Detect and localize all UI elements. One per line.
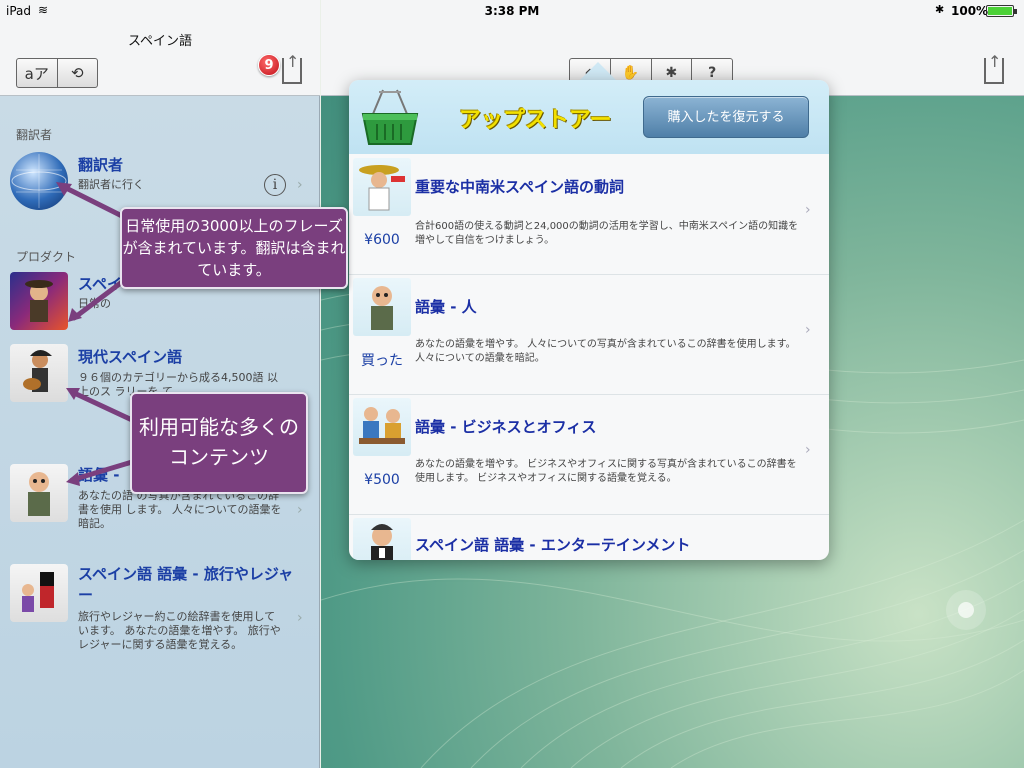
sidebar-item-desc: 日常の (78, 297, 111, 310)
store-title: アップストアー (459, 108, 612, 133)
store-item-title: 語彙 - ビジネスとオフィス (415, 418, 597, 436)
store-header: アップストアー 購入したを復元する (349, 80, 829, 154)
store-item[interactable]: 語彙 - 人 買った あなたの語彙を増やす。 人々についての写真が含まれているこ… (349, 276, 829, 394)
callout-content: 利用可能な多くのコンテンツ (130, 392, 308, 494)
store-item-desc: あなたの語彙を増やす。 ビジネスやオフィスに関する写真が含まれているこの辞書を使… (415, 459, 797, 484)
share-icon[interactable] (282, 52, 302, 84)
store-item-price[interactable]: ¥500 (349, 472, 415, 488)
kana-icon[interactable]: aア (17, 59, 57, 87)
section-translator-label: 翻訳者 (16, 128, 53, 142)
chevron-right-icon: › (297, 177, 303, 193)
notification-badge: 9 (258, 54, 280, 76)
section-products-label: プロダクト (16, 250, 77, 264)
travelers-thumbnail (10, 564, 68, 622)
chevron-right-icon: › (805, 442, 811, 458)
divider (349, 274, 829, 275)
office-thumbnail (353, 398, 411, 456)
store-item-price[interactable]: ¥600 (349, 232, 415, 248)
guitarist-thumbnail (10, 272, 68, 330)
store-item-title: 語彙 - 人 (415, 298, 477, 316)
store-item[interactable]: 重要な中南米スペイン語の動詞 ¥600 合計600語の使える動詞と24,000の… (349, 156, 829, 274)
callout-phrases: 日常使用の3000以上のフレーズが含まれています。翻訳は含まれています。 (120, 207, 348, 289)
basket-icon (361, 89, 419, 145)
chevron-right-icon: › (805, 322, 811, 338)
sidebar-item-desc: あなたの語 の写真が含まれているこの辞書を使用 します。 人々についての語彙を暗… (78, 489, 282, 530)
chevron-right-icon: › (297, 502, 303, 518)
mariachi-thumbnail (353, 158, 411, 216)
share-icon[interactable] (984, 52, 1004, 84)
divider (349, 394, 829, 395)
chevron-right-icon: › (805, 202, 811, 218)
battery-icon (986, 5, 1017, 17)
restore-purchases-button[interactable]: 購入したを復元する (643, 96, 809, 138)
musician-thumbnail (10, 344, 68, 402)
sidebar-item-label: 翻訳者 (78, 156, 124, 174)
store-item[interactable]: スペイン語 語彙 - エンターテインメント (349, 516, 829, 560)
bluetooth-icon: ✱ (935, 3, 945, 16)
store-item-title: スペイン語 語彙 - エンターテインメント (415, 536, 691, 554)
divider (349, 514, 829, 515)
sidebar-item-desc: 翻訳者に行く (78, 178, 144, 191)
store-item-desc: 合計600語の使える動詞と24,000の動詞の活用を学習し、中南米スペイン語の知… (415, 221, 799, 246)
store-item-desc: あなたの語彙を増やす。 人々についての写真が含まれているこの辞書を使用します。 … (415, 339, 796, 364)
entertainer-thumbnail (353, 518, 411, 560)
store-item-title: 重要な中南米スペイン語の動詞 (415, 178, 624, 196)
sidebar-item-vocab-travel[interactable]: スペイン語 語彙 - 旅行やレジャー 旅行やレジャー約この絵辞書を使用しています… (0, 562, 320, 658)
chevron-right-icon: › (297, 610, 303, 626)
store-popover: アップストアー 購入したを復元する 重要な中南米スペイン語の動詞 ¥600 合計… (349, 80, 829, 560)
sidebar-item-label: 現代スペイン語 (78, 348, 182, 366)
globe-icon (10, 152, 68, 210)
old-man-thumbnail (10, 464, 68, 522)
clock: 3:38 PM (484, 4, 540, 18)
swap-icon[interactable]: ⟲ (56, 59, 98, 87)
store-item[interactable]: 語彙 - ビジネスとオフィス ¥500 あなたの語彙を増やす。 ビジネスやオフィ… (349, 396, 829, 514)
sidebar-item-desc: 旅行やレジャー約この絵辞書を使用しています。 あなたの語彙を増やす。 旅行やレジ… (78, 610, 281, 651)
store-item-price: 買った (361, 353, 403, 369)
popover-arrow (580, 62, 616, 80)
old-man-thumbnail (353, 278, 411, 336)
sidebar-item-label: スペイン語 語彙 - 旅行やレジャー (78, 565, 294, 604)
info-icon[interactable]: i (264, 174, 286, 196)
sidebar-title: スペイン語 (127, 34, 193, 49)
battery-percent: 100% (951, 4, 989, 18)
status-bar: iPad ≋ 3:38 PM ✱ 100% (0, 0, 1024, 22)
sidebar: スペイン語 aア ⟲ 9 翻訳者 翻訳者 翻訳者に行く i › プロダクト スペ… (0, 0, 320, 768)
language-segment[interactable]: aア ⟲ (16, 58, 98, 88)
